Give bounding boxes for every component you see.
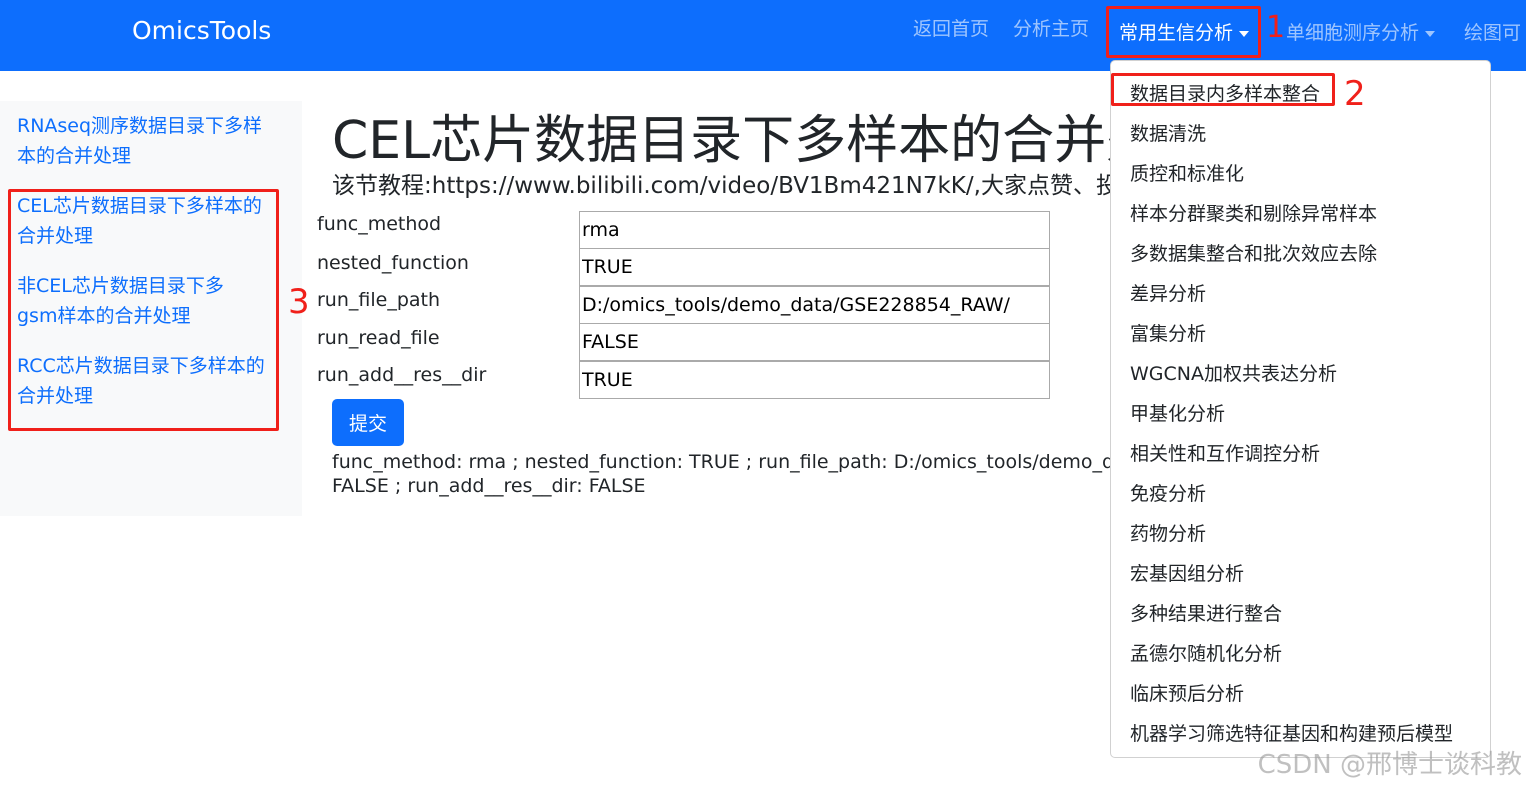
nav-home[interactable]: 返回首页 (913, 14, 989, 41)
nav-label: 单细胞测序分析 (1286, 22, 1420, 44)
submit-button[interactable]: 提交 (332, 399, 404, 446)
nested-function-input[interactable] (579, 248, 1050, 286)
annotation-box-2 (1111, 73, 1335, 106)
caret-down-icon (1425, 30, 1436, 37)
dropdown-item[interactable]: 富集分析 (1130, 319, 1206, 346)
dropdown-item[interactable]: 相关性和互作调控分析 (1130, 439, 1320, 466)
dropdown-item[interactable]: 多数据集整合和批次效应去除 (1130, 239, 1377, 266)
label-run-add-res-dir: run_add__res__dir (317, 364, 487, 386)
dropdown-item[interactable]: 质控和标准化 (1130, 159, 1244, 186)
watermark: CSDN @邢博士谈科教 (1257, 750, 1522, 780)
nav-analysis-home[interactable]: 分析主页 (1013, 14, 1089, 41)
func-method-input[interactable] (579, 211, 1050, 249)
dropdown-item[interactable]: 数据清洗 (1130, 119, 1206, 146)
dropdown-item[interactable]: 免疫分析 (1130, 479, 1206, 506)
dropdown-item[interactable]: 孟德尔随机化分析 (1130, 639, 1282, 666)
run-file-path-input[interactable] (579, 286, 1050, 324)
dropdown-item[interactable]: 机器学习筛选特征基因和构建预后模型 (1130, 719, 1453, 746)
dropdown-item[interactable]: 样本分群聚类和剔除异常样本 (1130, 199, 1377, 226)
sidebar-item-rnaseq[interactable]: RNAseq测序数据目录下多样本的合并处理 (17, 111, 267, 171)
dropdown-item[interactable]: 宏基因组分析 (1130, 559, 1244, 586)
annotation-box-1 (1106, 6, 1261, 58)
dropdown-item[interactable]: 药物分析 (1130, 519, 1206, 546)
dropdown-item[interactable]: 多种结果进行整合 (1130, 599, 1282, 626)
label-func-method: func_method (317, 213, 442, 235)
annotation-2: 2 (1344, 74, 1366, 114)
label-nested-function: nested_function (317, 252, 469, 274)
run-add-res-dir-input[interactable] (579, 361, 1050, 399)
dropdown-item[interactable]: 甲基化分析 (1130, 399, 1225, 426)
annotation-3: 3 (288, 282, 310, 322)
page-title: CEL芯片数据目录下多样本的合并处理 (332, 111, 1211, 171)
annotation-1: 1 (1266, 10, 1286, 45)
run-read-file-input[interactable] (579, 323, 1050, 361)
common-bioinfo-dropdown-menu: 数据目录内多样本整合 数据清洗 质控和标准化 样本分群聚类和剔除异常样本 多数据… (1110, 60, 1491, 758)
dropdown-item[interactable]: 临床预后分析 (1130, 679, 1244, 706)
dropdown-item[interactable]: WGCNA加权共表达分析 (1130, 359, 1337, 386)
nav-plot[interactable]: 绘图可 (1464, 18, 1521, 45)
label-run-file-path: run_file_path (317, 289, 441, 311)
annotation-box-3 (8, 189, 279, 431)
label-run-read-file: run_read_file (317, 327, 440, 349)
brand-logo[interactable]: OmicsTools (132, 16, 271, 45)
nav-single-cell-dropdown[interactable]: 单细胞测序分析 (1286, 18, 1436, 45)
dropdown-item[interactable]: 差异分析 (1130, 279, 1206, 306)
